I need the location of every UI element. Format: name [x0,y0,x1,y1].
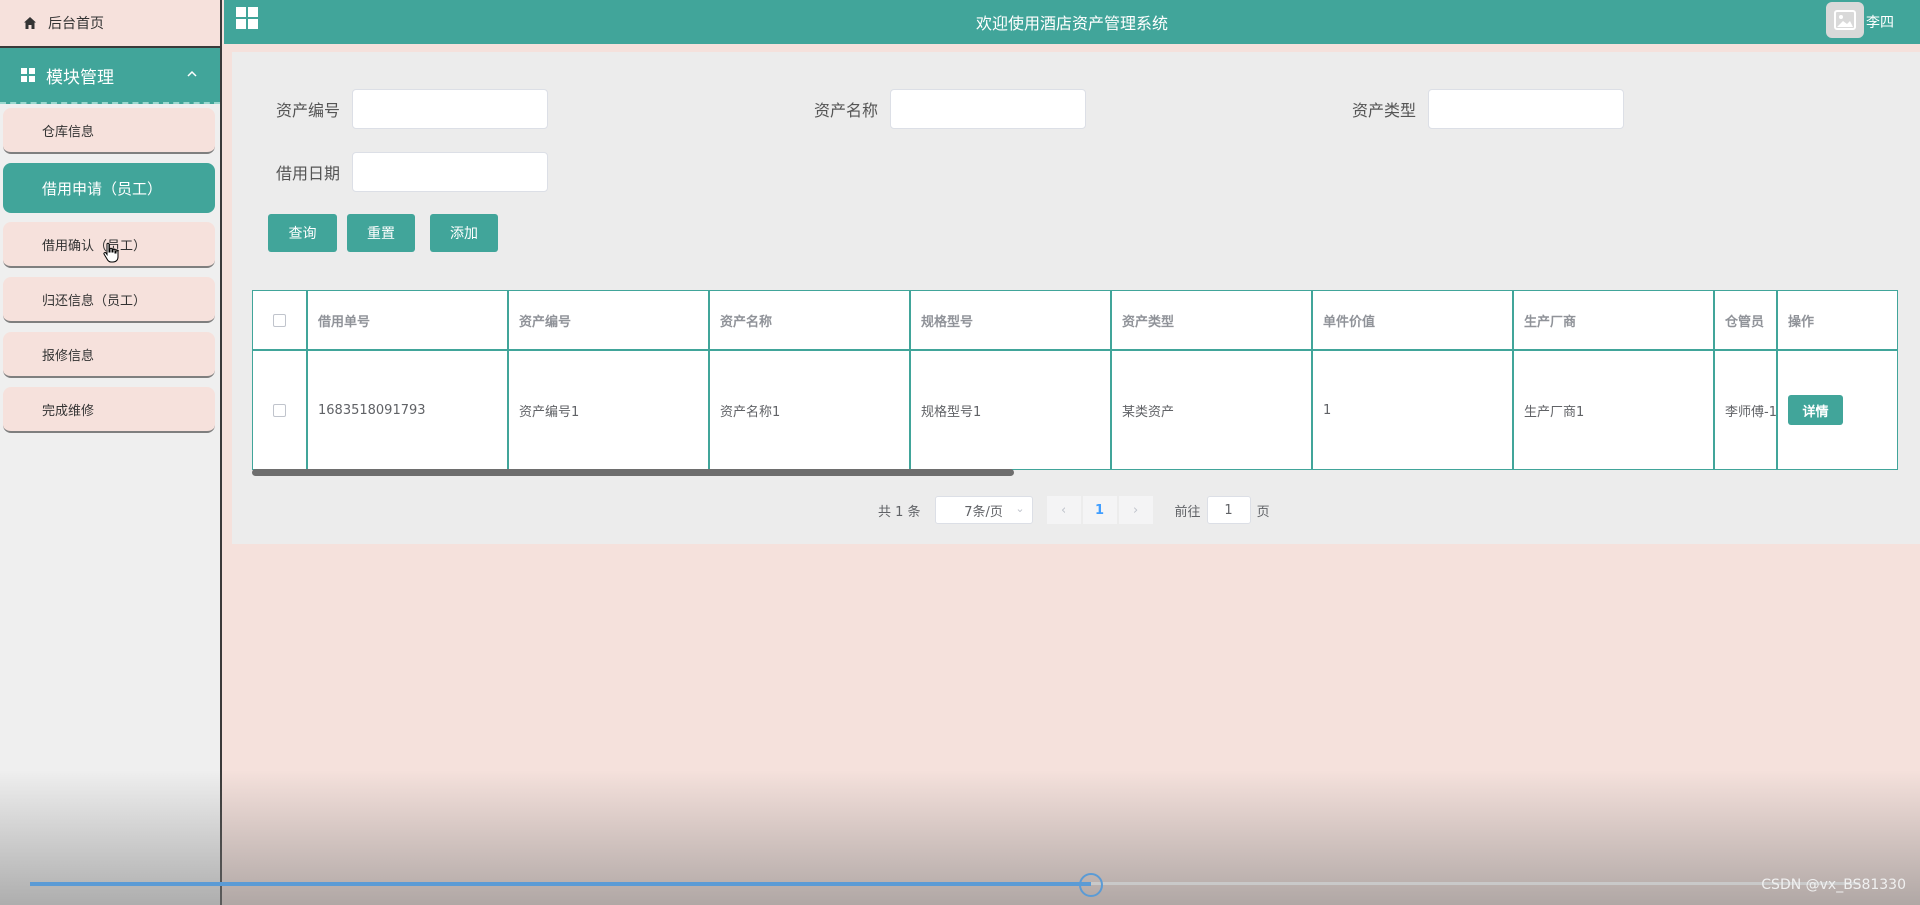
table-cell: 李师傅-1 [1715,351,1778,469]
goto-page-input[interactable]: 1 [1206,496,1251,524]
page-suffix: 页 [1256,504,1270,520]
sidebar-item-label: 借用确认（员工） [42,238,147,254]
field-label: 资产编号 [275,101,340,120]
avatar[interactable] [1826,2,1864,38]
field-borrow-date: 借用日期 [232,152,548,192]
sidebar-item-warehouse[interactable]: 仓库信息 [3,108,215,154]
image-icon [1834,10,1856,30]
sidebar-module-header[interactable]: 模块管理 [0,48,220,104]
page-title: 欢迎使用酒店资产管理系统 [975,14,1168,33]
table-header: 操作 [1788,314,1815,330]
sidebar-home-label: 后台首页 [48,16,104,32]
sidebar-item-label: 借用申请（员工） [42,179,163,198]
grid-icon [20,67,36,83]
top-header: 欢迎使用酒店资产管理系统 李四 [224,0,1920,44]
total-count: 共 1 条 [878,504,921,520]
field-asset-code: 资产编号 [232,89,548,129]
field-asset-name: 资产名称 [770,89,1086,129]
row-select-cell [253,351,308,469]
chevron-up-icon[interactable] [186,68,198,83]
select-all-checkbox[interactable] [273,313,286,327]
header-divider [224,44,1920,52]
action-cell: 详情 [1778,351,1898,469]
add-button[interactable]: 添加 [430,214,498,252]
table-header[interactable]: 仓管员 [1715,291,1778,349]
borrow-date-input[interactable] [352,152,548,192]
page-size-select[interactable]: 7条/页 ⌄ [934,496,1033,524]
table-header[interactable]: 生产厂商 [1514,291,1715,349]
sidebar-item-repair-done[interactable]: 完成维修 [3,387,215,433]
table-cell: 1 [1313,351,1514,469]
sidebar-item-repair-info[interactable]: 报修信息 [3,332,215,378]
user-name[interactable]: 李四 [1866,12,1894,32]
table-cell: 生产厂商1 [1514,351,1715,469]
sidebar-menu: 仓库信息 借用申请（员工） 借用确认（员工） 归还信息（员工） 报修信息 完成维… [0,104,220,433]
prev-page-button[interactable]: ‹ [1046,496,1081,524]
table-header[interactable]: 单件价值 [1313,291,1514,349]
query-button[interactable]: 查询 [268,214,337,252]
asset-code-input[interactable] [352,89,548,129]
table-cell: 某类资产 [1112,351,1313,469]
detail-button[interactable]: 详情 [1788,395,1843,425]
sidebar-item-label: 归还信息（员工） [42,293,147,309]
next-page-button[interactable]: › [1118,496,1153,524]
reset-button[interactable]: 重置 [347,214,415,252]
data-table: 借用单号 资产编号 资产名称 规格型号 资产类型 单件价值 生产厂商 仓管员 操… [252,290,1898,470]
sidebar: 后台首页 模块管理 仓库信息 借用申请（员工） 借用确认（员工） 归还信息（员工… [0,0,222,905]
table-cell: 资产编号1 [509,351,710,469]
field-asset-type: 资产类型 [1308,89,1624,129]
asset-type-input[interactable] [1428,89,1624,129]
table-header[interactable]: 资产编号 [509,291,710,349]
table-header[interactable]: 借用单号 [308,291,509,349]
sidebar-item-label: 完成维修 [42,403,95,419]
video-progress-fill [30,882,1092,886]
pagination: 共 1 条 7条/页 ⌄ ‹ 1 › 前往 1 页 [878,496,1270,524]
sidebar-item-label: 仓库信息 [42,124,95,140]
chevron-down-icon: ⌄ [1015,502,1025,515]
asset-name-input[interactable] [890,89,1086,129]
table-header[interactable]: 规格型号 [911,291,1112,349]
select-all-cell [253,291,308,349]
sidebar-item-borrow-apply[interactable]: 借用申请（员工） [3,163,215,213]
video-progress-handle[interactable] [1079,873,1104,897]
table-header[interactable]: 资产类型 [1112,291,1313,349]
field-label: 资产名称 [813,101,878,120]
home-icon [22,15,38,31]
sidebar-item-label: 报修信息 [42,348,95,364]
goto-label: 前往 [1174,504,1201,520]
page-size-value: 7条/页 [964,504,1003,520]
hand-cursor-icon [103,242,119,263]
main-panel: 资产编号 资产名称 资产类型 借用日期 查询 重置 添加 借用单号 资产编号 资… [232,52,1920,544]
table-header[interactable]: 资产名称 [710,291,911,349]
page-number[interactable]: 1 [1082,496,1117,524]
sidebar-module-label: 模块管理 [46,67,114,88]
row-checkbox[interactable] [273,403,286,417]
sidebar-item-home[interactable]: 后台首页 [0,0,220,48]
watermark-text: CSDN @vx_BS81330 [1761,877,1906,893]
horizontal-scrollbar[interactable] [252,469,1014,476]
table-cell: 规格型号1 [911,351,1112,469]
table-cell: 1683518091793 [308,351,509,469]
table-cell: 资产名称1 [710,351,911,469]
field-label: 资产类型 [1351,101,1416,120]
field-label: 借用日期 [275,164,340,183]
sidebar-item-return-info[interactable]: 归还信息（员工） [3,277,215,323]
